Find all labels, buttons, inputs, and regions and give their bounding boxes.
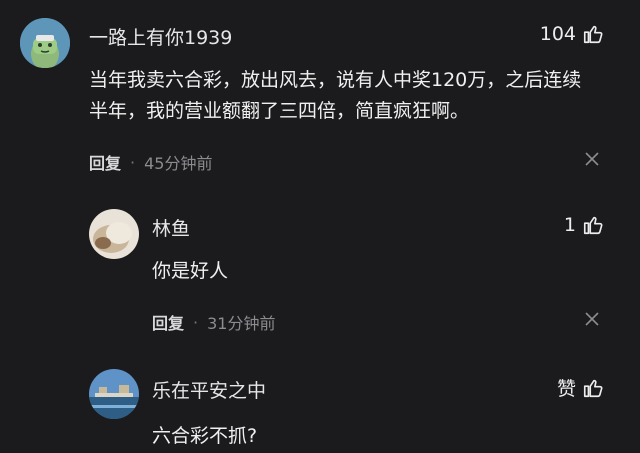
like-button[interactable]: 1: [564, 214, 604, 236]
separator-dot: ·: [193, 312, 199, 332]
reply-button[interactable]: 回复: [89, 150, 121, 174]
timestamp: 31分钟前: [207, 314, 276, 333]
avatar[interactable]: [20, 18, 70, 68]
comment-meta: 回复 · 45分钟前: [89, 150, 212, 174]
comment-meta: 回复 · 31分钟前: [152, 310, 275, 334]
timestamp: 45分钟前: [144, 154, 213, 173]
like-button[interactable]: 赞: [557, 374, 604, 401]
thumbs-up-icon: [583, 216, 603, 235]
like-button[interactable]: 104: [540, 23, 604, 45]
comment-thread: 一路上有你1939 104 当年我卖六合彩，放出风去，说有人中奖120万，之后连…: [0, 0, 640, 453]
like-count: 1: [563, 214, 576, 236]
username[interactable]: 林鱼: [152, 214, 190, 241]
avatar[interactable]: [89, 209, 139, 259]
avatar[interactable]: [89, 369, 139, 419]
username[interactable]: 乐在平安之中: [152, 376, 266, 403]
thumbs-up-icon: [583, 379, 603, 397]
close-icon[interactable]: [585, 152, 599, 166]
comment-text: 六合彩不抓?: [152, 425, 258, 447]
comment-text: 当年我卖六合彩，放出风去，说有人中奖120万，之后连续半年，我的营业额翻了三四倍…: [89, 69, 582, 122]
close-icon[interactable]: [585, 312, 599, 326]
like-count: 赞: [556, 378, 576, 400]
separator-dot: ·: [130, 152, 136, 172]
reply-button[interactable]: 回复: [152, 310, 184, 334]
username[interactable]: 一路上有你1939: [89, 23, 232, 50]
thumbs-up-icon: [583, 25, 603, 44]
comment-text: 你是好人: [152, 260, 229, 282]
like-count: 104: [539, 23, 576, 45]
